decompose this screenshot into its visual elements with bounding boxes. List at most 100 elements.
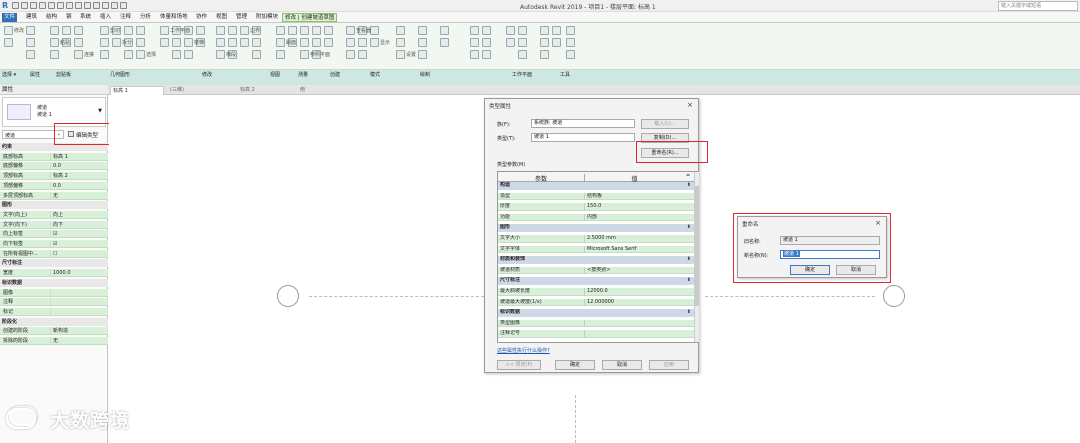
close-hidden-icon[interactable]: [102, 2, 109, 9]
property-value[interactable]: [50, 298, 100, 307]
ribbon-tool-icon[interactable]: [300, 50, 309, 59]
tab-10[interactable]: 视图: [214, 13, 229, 22]
ribbon-tool-icon[interactable]: [276, 50, 285, 59]
property-row[interactable]: 注释: [0, 298, 108, 307]
collapse-icon[interactable]: ⇟: [687, 277, 691, 284]
load-button[interactable]: 载入(L)...: [641, 119, 689, 129]
ribbon-tool-icon[interactable]: [396, 50, 405, 59]
param-row[interactable]: 文字字体 Microsoft Sans Serif: [498, 245, 694, 254]
property-value[interactable]: ☐: [50, 249, 100, 258]
param-category[interactable]: 材质和装饰 ⇟: [498, 256, 694, 264]
ribbon-tool-icon[interactable]: [566, 26, 575, 35]
param-row[interactable]: 造型 结构板: [498, 192, 694, 201]
tab-7[interactable]: 分析: [138, 13, 153, 22]
ribbon-tool-icon[interactable]: [124, 50, 133, 59]
property-category[interactable]: 尺寸标注: [0, 259, 108, 268]
tab-1[interactable]: 建筑: [24, 13, 39, 22]
param-value[interactable]: [584, 319, 692, 328]
search-input[interactable]: 键入关键字或短语: [998, 1, 1078, 11]
ribbon-tool-icon[interactable]: [50, 50, 59, 59]
property-value[interactable]: 标高 1: [50, 152, 100, 161]
ribbon-tool-icon[interactable]: [252, 50, 261, 59]
ribbon-tool-icon[interactable]: [4, 38, 13, 47]
param-category[interactable]: 构造 ⇟: [498, 182, 694, 190]
param-value[interactable]: 150.0: [584, 203, 692, 211]
property-row[interactable]: 宽度 1000.0: [0, 269, 108, 278]
ribbon-tool-icon[interactable]: [552, 26, 561, 35]
param-category[interactable]: 标识数据 ⇟: [498, 309, 694, 317]
ribbon-tool-icon[interactable]: [440, 38, 449, 47]
ribbon-tool-icon[interactable]: [370, 26, 379, 35]
property-value[interactable]: 向上: [50, 210, 100, 219]
property-category[interactable]: 标识数据: [0, 278, 108, 287]
property-row[interactable]: 拆除的阶段 无: [0, 337, 108, 345]
ribbon-tool-icon[interactable]: [470, 38, 479, 47]
ribbon-tool-icon[interactable]: [324, 38, 333, 47]
param-value[interactable]: 12000.0: [584, 288, 692, 296]
ribbon-tool-icon[interactable]: [100, 50, 109, 59]
ribbon-tool-icon[interactable]: [276, 26, 285, 35]
view-tab[interactable]: (三维): [168, 86, 222, 95]
ribbon-tool-icon[interactable]: [74, 26, 83, 35]
property-category[interactable]: 阶段化: [0, 317, 108, 326]
ribbon-tool-icon[interactable]: [370, 38, 379, 47]
collapse-icon[interactable]: ⇟: [687, 182, 691, 189]
cancel-button[interactable]: 取消: [602, 360, 642, 370]
measure-icon[interactable]: [57, 2, 64, 9]
ribbon-tool-icon[interactable]: [136, 38, 145, 47]
property-value[interactable]: 向下: [50, 220, 100, 229]
open-icon[interactable]: [12, 2, 19, 9]
property-value[interactable]: 无: [50, 191, 100, 200]
ribbon-tool-icon[interactable]: [62, 26, 71, 35]
ribbon-tool-icon[interactable]: [312, 26, 321, 35]
family-dropdown[interactable]: 系统族: 坡道: [531, 119, 635, 128]
ribbon-tool-icon[interactable]: [506, 26, 515, 35]
tab-11[interactable]: 管理: [234, 13, 249, 22]
property-value[interactable]: [50, 288, 100, 297]
ribbon-tool-icon[interactable]: [440, 26, 449, 35]
tab-12[interactable]: 附加模块: [254, 13, 280, 22]
grid-bubble[interactable]: [883, 285, 905, 307]
param-category[interactable]: 图形 ⇟: [498, 224, 694, 232]
ribbon-tool-icon[interactable]: [216, 38, 225, 47]
save-icon[interactable]: [21, 2, 28, 9]
ok-button[interactable]: 确定: [555, 360, 595, 370]
param-value[interactable]: 内部: [584, 213, 692, 222]
ribbon-tool-icon[interactable]: [346, 50, 355, 59]
param-value[interactable]: 2.5000 mm: [584, 235, 692, 243]
ribbon-tool-icon[interactable]: [136, 50, 145, 59]
collapse-icon[interactable]: ⇟: [687, 309, 691, 316]
ribbon-tool-icon[interactable]: [540, 38, 549, 47]
param-row[interactable]: 厚度 150.0: [498, 203, 694, 211]
ribbon-tool-icon[interactable]: [26, 26, 35, 35]
param-category[interactable]: 尺寸标注 ⇟: [498, 277, 694, 285]
ribbon-tool-icon[interactable]: [100, 26, 109, 35]
ribbon-tool-icon[interactable]: [566, 50, 575, 59]
ribbon-tool-icon[interactable]: [228, 26, 237, 35]
ribbon-tool-icon[interactable]: [552, 38, 561, 47]
ribbon-tool-icon[interactable]: [288, 26, 297, 35]
customize-qat-icon[interactable]: [120, 2, 127, 9]
property-row[interactable]: 创建的阶段 新构造: [0, 327, 108, 336]
property-value[interactable]: 新构造: [50, 327, 100, 336]
ribbon-tool-icon[interactable]: [482, 38, 491, 47]
text-icon[interactable]: [66, 2, 73, 9]
3d-view-icon[interactable]: [75, 2, 82, 9]
ribbon-tool-icon[interactable]: [396, 38, 405, 47]
property-row[interactable]: 向上标签 ☑: [0, 230, 108, 239]
property-row[interactable]: 顶部标高 标高 2: [0, 172, 108, 181]
param-row[interactable]: 文字大小 2.5000 mm: [498, 235, 694, 243]
param-value[interactable]: 12.000000: [584, 298, 692, 307]
ribbon-tool-icon[interactable]: [506, 38, 515, 47]
param-row[interactable]: 类型图像: [498, 319, 694, 328]
ribbon-tool-icon[interactable]: [50, 38, 59, 47]
ribbon-tool-icon[interactable]: [470, 50, 479, 59]
column-menu-icon[interactable]: =: [686, 173, 690, 179]
property-value[interactable]: ☑: [50, 240, 100, 248]
ribbon-tool-icon[interactable]: [358, 38, 367, 47]
revit-logo-icon[interactable]: R: [2, 1, 8, 10]
ribbon-tool-icon[interactable]: [540, 26, 549, 35]
switch-windows-icon[interactable]: [111, 2, 118, 9]
property-row[interactable]: 向下标签 ☑: [0, 240, 108, 248]
ribbon-tool-icon[interactable]: [418, 50, 427, 59]
